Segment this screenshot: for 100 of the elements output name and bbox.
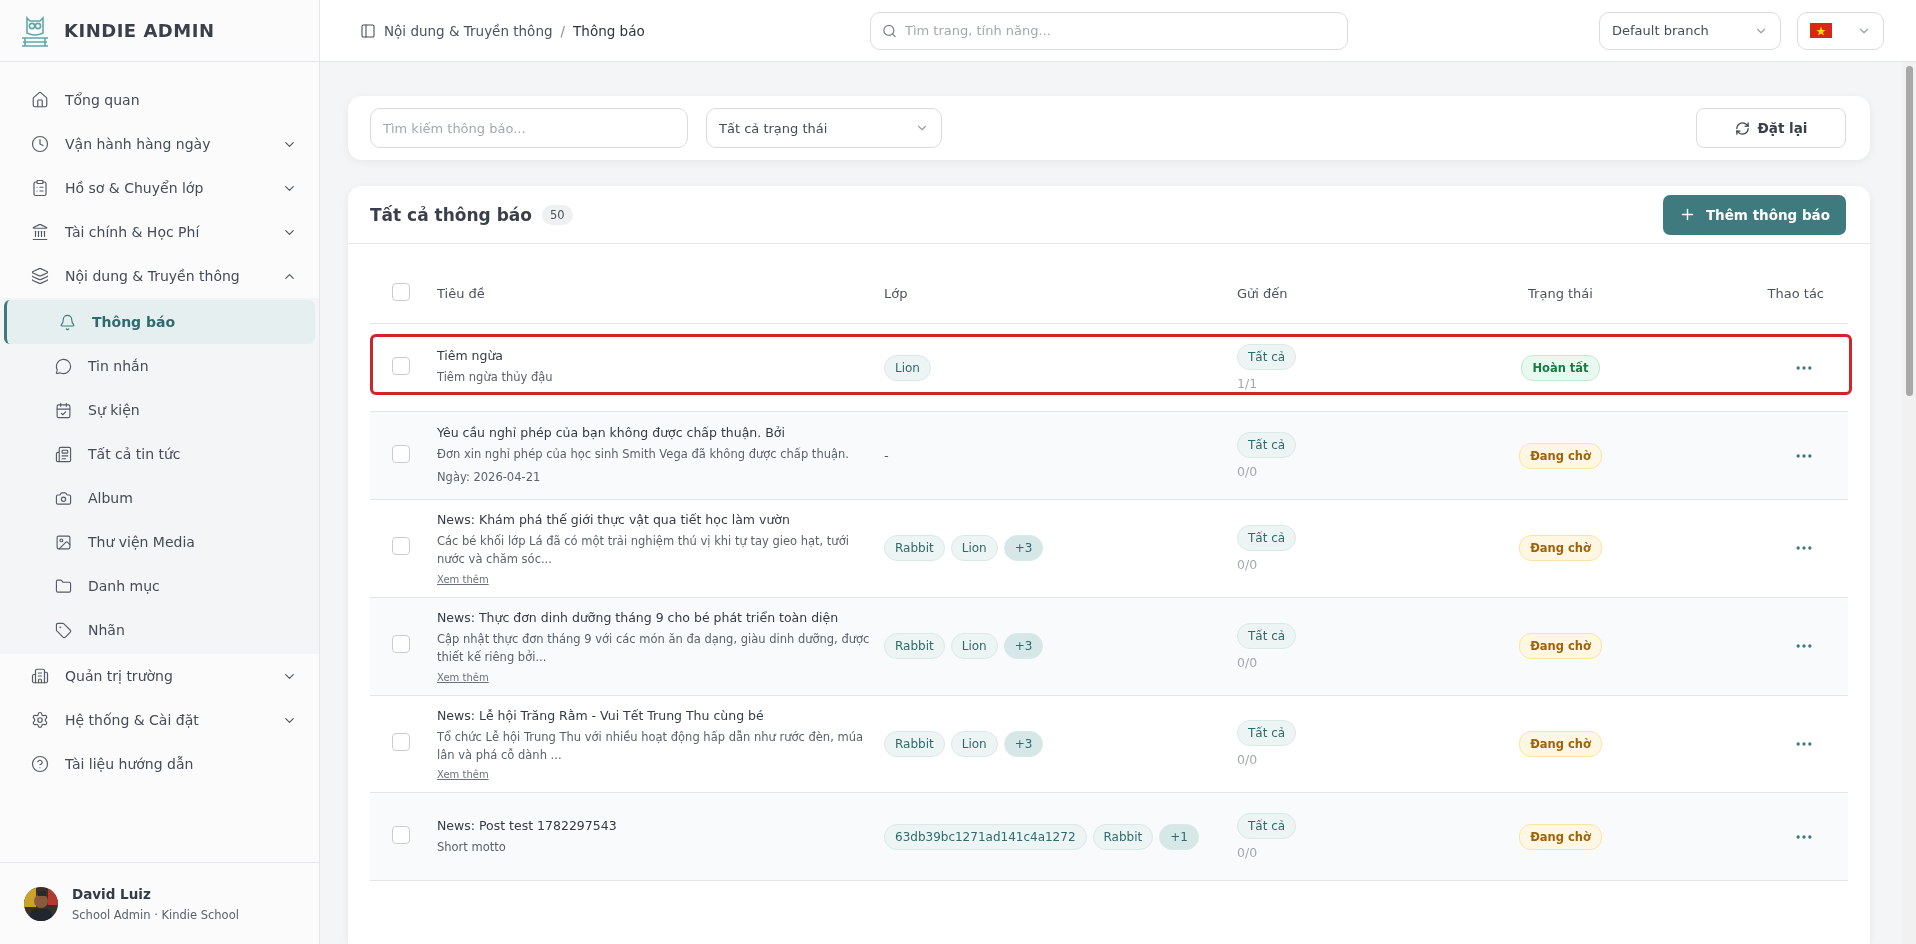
breadcrumb-separator: /	[560, 22, 566, 39]
sidebar-subitem[interactable]: Album	[0, 476, 319, 520]
home-icon	[31, 91, 49, 109]
recipient-chip: Tất cả	[1237, 813, 1297, 840]
sidebar-item[interactable]: Tổng quan	[0, 78, 319, 122]
column-header: Tiêu đề	[437, 286, 486, 301]
clipboard-icon	[31, 179, 49, 197]
help-icon	[31, 755, 49, 773]
class-chip: Rabbit	[884, 633, 945, 660]
search-field[interactable]: Tìm trang, tính năng...	[870, 11, 1348, 50]
notification-title: News: Khám phá thế giới thực vật qua tiết học làm vườn	[437, 512, 791, 527]
recipient-chip: Tất cả	[1237, 524, 1297, 551]
status-badge: Đang chờ	[1519, 823, 1602, 850]
read-ratio: 0/0	[1237, 752, 1258, 768]
sidebar-item[interactable]: Hệ thống & Cài đặt	[0, 698, 319, 742]
column-header: Thao tác	[1766, 286, 1825, 301]
more-classes-chip: +3	[1003, 730, 1044, 757]
more-classes-chip: +3	[1003, 633, 1044, 660]
column-header: Lớp	[884, 286, 909, 301]
read-ratio: 0/0	[1237, 845, 1258, 861]
class-chip: Rabbit	[1092, 823, 1154, 850]
class-chip: 63db39bc1271ad141c4a1272	[884, 823, 1087, 850]
folder-icon	[55, 577, 72, 595]
user-role: School Admin · Kindie School	[72, 907, 239, 922]
sidebar-subitem[interactable]: Tin nhắn	[0, 344, 319, 388]
language-select[interactable]	[1797, 11, 1884, 50]
status-badge: Đang chờ	[1519, 730, 1602, 757]
count-badge: 50	[542, 204, 573, 225]
class-chip: Rabbit	[884, 730, 945, 757]
sidebar-toggle-icon[interactable]	[360, 22, 376, 39]
see-more-link[interactable]: Xem thêm	[437, 573, 489, 585]
more-classes-chip: +1	[1159, 823, 1199, 850]
sidebar-subitem[interactable]: Tất cả tin tức	[0, 432, 319, 476]
notification-title: News: Lễ hội Trăng Rằm - Vui Tết Trung Thu cùng bé	[437, 707, 765, 723]
brand-name: KINDIE ADMIN	[64, 20, 215, 41]
sidebar-subitem[interactable]: Thư viện Media	[0, 520, 319, 564]
bank-icon	[31, 223, 49, 241]
card-title: Tất cả thông báo	[370, 204, 532, 225]
notification-title: News: Post test 1782297543	[437, 817, 618, 833]
recipient-chip: Tất cả	[1237, 344, 1297, 370]
refresh-icon	[1734, 120, 1750, 136]
notification-title: Yêu cầu nghỉ phép của bạn không được chấp thuận. Bởi	[437, 424, 786, 440]
notification-title: News: Thực đơn dinh dưỡng tháng 9 cho bé phát triển toàn diện	[437, 609, 840, 625]
sidebar-item[interactable]: Vận hành hàng ngày	[0, 122, 319, 166]
row-checkbox[interactable]	[392, 635, 410, 654]
see-more-link[interactable]: Xem thêm	[437, 769, 489, 781]
class-chip: Lion	[950, 535, 998, 562]
notification-title: Tiêm ngừa	[437, 348, 504, 364]
column-header: Trạng thái	[1527, 286, 1594, 301]
owl-logo-icon	[20, 14, 50, 47]
status-select[interactable]: Tất cả trạng thái	[706, 108, 942, 148]
recipient-chip: Tất cả	[1237, 720, 1297, 747]
class-chip: Lion	[950, 730, 998, 757]
add-notification-button[interactable]: Thêm thông báo	[1662, 194, 1846, 235]
select-all-checkbox[interactable]	[392, 282, 410, 301]
sidebar-subitem[interactable]: Sự kiện	[0, 388, 319, 432]
class-chip: Lion	[884, 354, 931, 381]
row-checkbox[interactable]	[392, 537, 410, 556]
breadcrumb-item[interactable]: Nội dung & Truyền thông	[384, 22, 553, 39]
row-checkbox[interactable]	[392, 732, 410, 751]
empty-class-dash: -	[884, 448, 889, 463]
recipient-chip: Tất cả	[1237, 622, 1297, 649]
newspaper-icon	[55, 445, 72, 463]
layers-icon	[31, 267, 49, 285]
calendar-icon	[55, 401, 72, 419]
sidebar-item[interactable]: Tài liệu hướng dẫn	[0, 742, 319, 786]
building-icon	[31, 667, 49, 685]
class-chip: Lion	[950, 633, 998, 660]
sidebar-item[interactable]: Quản trị trường	[0, 654, 319, 698]
sidebar-subitem[interactable]: Thông báo	[4, 300, 315, 344]
status-badge: Hoàn tất	[1521, 354, 1600, 381]
see-more-link[interactable]: Xem thêm	[437, 671, 489, 683]
sidebar-subitem[interactable]: Nhãn	[0, 608, 319, 652]
user-name: David Luiz	[72, 885, 152, 902]
settings-icon	[31, 711, 49, 729]
notification-description: Các bé khối lớp Lá đã có một trải nghiệm thú vị khi tự tay gieo hạt, tưới nước và chăm sóc...	[437, 533, 850, 569]
notification-description: Tiêm ngừa thủy đậu	[437, 369, 554, 387]
sidebar-item[interactable]: Nội dung & Truyền thông	[0, 254, 319, 298]
read-ratio: 1/1	[1237, 376, 1258, 391]
row-checkbox[interactable]	[392, 444, 410, 463]
reset-button[interactable]: Đặt lại	[1696, 108, 1846, 148]
status-badge: Đang chờ	[1519, 633, 1602, 660]
recipient-chip: Tất cả	[1237, 432, 1297, 458]
notification-search-field[interactable]: Tìm kiếm thông báo...	[370, 108, 688, 148]
class-chip: Rabbit	[884, 535, 945, 562]
branch-select[interactable]: Default branch	[1599, 11, 1781, 50]
sidebar-subitem[interactable]: Danh mục	[0, 564, 319, 608]
sidebar-item[interactable]: Tài chính & Học Phí	[0, 210, 319, 254]
bell-icon	[59, 313, 76, 331]
column-header: Gửi đến	[1237, 286, 1289, 301]
tag-icon	[55, 621, 72, 639]
breadcrumb-item[interactable]: Thông báo	[573, 22, 645, 39]
search-icon	[882, 23, 897, 38]
row-checkbox[interactable]	[392, 356, 410, 375]
read-ratio: 0/0	[1237, 654, 1258, 670]
flag-icon	[1810, 23, 1832, 38]
row-checkbox[interactable]	[392, 825, 410, 844]
read-ratio: 0/0	[1237, 464, 1258, 479]
chat-bubble-icon	[55, 357, 72, 375]
sidebar-item[interactable]: Hồ sơ & Chuyển lớp	[0, 166, 319, 210]
